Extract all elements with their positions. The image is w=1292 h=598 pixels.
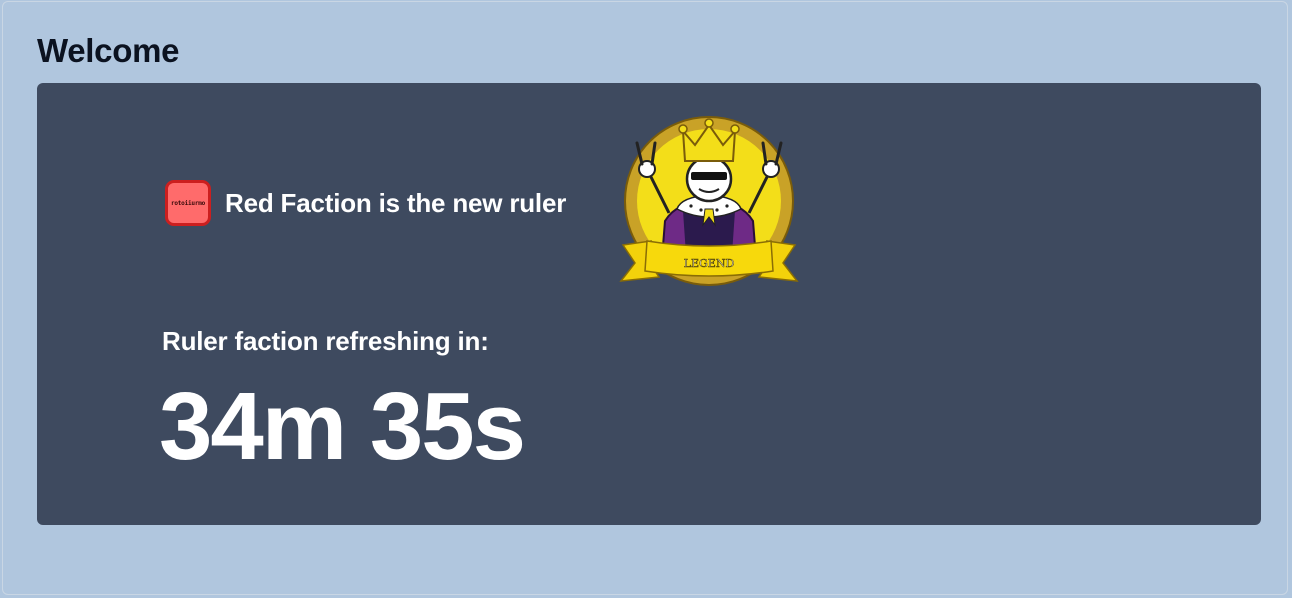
page-title: Welcome — [37, 32, 180, 69]
welcome-card: Welcome rotoiiurmo Red Faction is the ne… — [2, 1, 1288, 595]
ruler-announcement-text: Red Faction is the new ruler — [225, 187, 567, 218]
countdown-timer: 34m 35s — [159, 373, 526, 480]
legend-badge-label: LEGEND — [684, 257, 735, 270]
ruler-announcement-row: rotoiiurmo Red Faction is the new ruler — [165, 178, 566, 228]
refresh-label: Ruler faction refreshing in: — [162, 326, 489, 356]
red-faction-icon: rotoiiurmo — [165, 180, 211, 226]
ruler-panel: rotoiiurmo Red Faction is the new ruler — [37, 83, 1261, 525]
legend-king-icon: LEGEND — [619, 116, 799, 286]
faction-badge-text: rotoiiurmo — [170, 199, 206, 207]
